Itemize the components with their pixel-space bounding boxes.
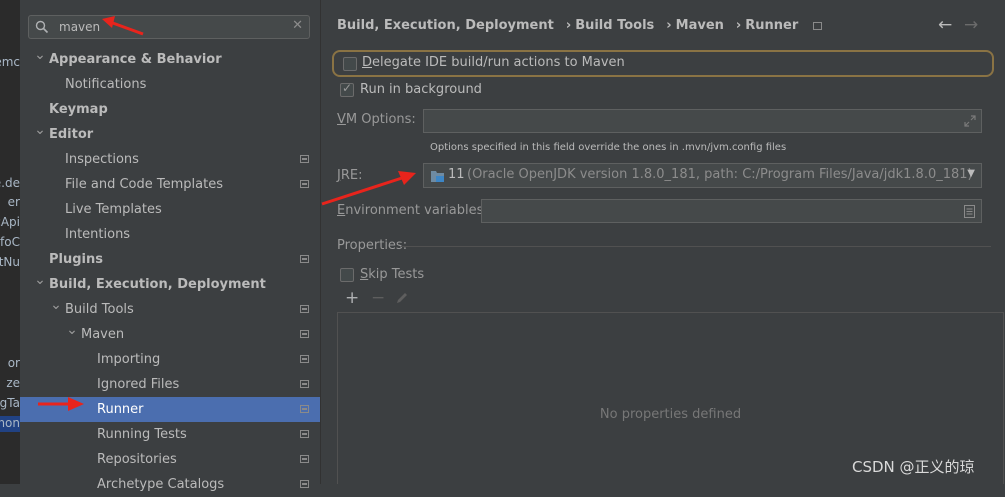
run-in-background-checkbox[interactable]: [340, 81, 354, 97]
back-arrow-icon[interactable]: ←: [938, 15, 952, 35]
tree-item-keymap[interactable]: Keymap: [20, 97, 320, 122]
tree-item-label: Appearance & Behavior: [49, 52, 222, 67]
tree-item-label: Intentions: [65, 227, 131, 242]
tree-item-label: Live Templates: [65, 202, 162, 217]
vm-options-hint: Options specified in this field override…: [430, 142, 787, 153]
project-level-icon: [300, 405, 309, 413]
tree-item-inspections[interactable]: Inspections: [20, 147, 320, 172]
tree-item-notifications[interactable]: Notifications: [20, 72, 320, 97]
project-level-icon: [300, 330, 309, 338]
tree-item-label: Running Tests: [97, 427, 187, 442]
tree-item-appearance-behavior[interactable]: ⌄ Appearance & Behavior: [20, 47, 320, 72]
settings-search-box[interactable]: ✕: [28, 15, 310, 39]
environment-variables-field[interactable]: [481, 199, 982, 223]
tree-item-label: Build, Execution, Deployment: [49, 277, 266, 292]
chevron-down-icon[interactable]: ⌄: [50, 293, 62, 318]
remove-icon[interactable]: −: [371, 288, 385, 308]
search-icon: [35, 20, 49, 34]
tree-item-repositories[interactable]: Repositories: [20, 447, 320, 472]
tree-item-label: Repositories: [97, 452, 177, 467]
annotation-arrow-jre: [321, 171, 416, 206]
tree-item-label: Archetype Catalogs: [97, 477, 225, 492]
project-level-icon: [300, 155, 309, 163]
watermark: CSDN @正义的琼: [852, 458, 975, 476]
jdk-folder-icon: [431, 171, 444, 182]
search-input[interactable]: [59, 18, 279, 36]
tree-item-ignored-files[interactable]: Ignored Files: [20, 372, 320, 397]
project-level-icon: [300, 430, 309, 438]
jre-detail: (Oracle OpenJDK version 1.8.0_181, path:…: [467, 167, 973, 182]
skip-tests-checkbox[interactable]: [340, 268, 354, 282]
project-level-icon: [300, 380, 309, 388]
tree-item-label: File and Code Templates: [65, 177, 223, 192]
editor-code-fragment: mon: [0, 416, 20, 432]
skip-tests-label[interactable]: Skip Tests: [360, 267, 424, 282]
editor-background: emce.deercApifoCatNuorzengTamon: [0, 0, 20, 484]
tree-item-editor[interactable]: ⌄ Editor: [20, 122, 320, 147]
breadcrumb-item: Maven: [675, 18, 724, 33]
breadcrumb-separator: ›: [565, 18, 572, 33]
breadcrumb-item: Runner: [745, 18, 799, 33]
delegate-option-highlight: Delegate IDE build/run actions to Maven: [332, 50, 994, 77]
breadcrumb-item: Build Tools: [575, 18, 655, 33]
document-icon[interactable]: [964, 205, 975, 218]
tree-item-maven[interactable]: ⌄ Maven: [20, 322, 320, 347]
tree-item-label: Runner: [97, 402, 144, 417]
tree-item-live-templates[interactable]: Live Templates: [20, 197, 320, 222]
annotation-arrow-search: [102, 16, 144, 36]
tree-item-file-and-code-templates[interactable]: File and Code Templates: [20, 172, 320, 197]
properties-separator: [401, 246, 991, 247]
vm-options-field[interactable]: [423, 109, 982, 133]
project-level-icon: [300, 455, 309, 463]
project-level-icon: [300, 355, 309, 363]
tree-item-label: Maven: [81, 327, 125, 342]
project-level-icon: [300, 180, 309, 188]
jre-version: 11: [448, 167, 465, 182]
chevron-down-icon[interactable]: ⌄: [34, 43, 46, 68]
add-icon[interactable]: +: [345, 288, 359, 308]
tree-item-label: Ignored Files: [97, 377, 180, 392]
run-in-background-label[interactable]: Run in background: [360, 82, 482, 97]
vm-options-label: VM Options:: [337, 112, 416, 127]
delegate-checkbox[interactable]: [343, 57, 357, 71]
tree-item-label: Notifications: [65, 77, 147, 92]
chevron-down-icon[interactable]: ▼: [967, 168, 975, 179]
project-level-icon: [812, 21, 822, 30]
tree-item-importing[interactable]: Importing: [20, 347, 320, 372]
tree-item-plugins[interactable]: Plugins: [20, 247, 320, 272]
tree-item-label: Editor: [49, 127, 94, 142]
edit-pencil-icon[interactable]: [395, 291, 409, 305]
breadcrumb: Build, Execution, Deployment › Build Tools…: [337, 18, 826, 38]
tree-item-running-tests[interactable]: Running Tests: [20, 422, 320, 447]
project-level-icon: [300, 480, 309, 488]
tree-item-intentions[interactable]: Intentions: [20, 222, 320, 247]
breadcrumb-separator: ›: [666, 18, 672, 33]
forward-arrow-icon[interactable]: →: [964, 15, 978, 35]
breadcrumb-item: Build, Execution, Deployment: [337, 18, 554, 33]
tree-item-build-execution-deployment[interactable]: ⌄ Build, Execution, Deployment: [20, 272, 320, 297]
empty-properties-text: No properties defined: [599, 407, 742, 422]
expand-icon[interactable]: [964, 115, 976, 127]
tree-item-label: Keymap: [49, 102, 108, 117]
tree-item-label: Inspections: [65, 152, 139, 167]
tree-item-archetype-catalogs[interactable]: Archetype Catalogs: [20, 472, 320, 497]
chevron-down-icon[interactable]: ⌄: [34, 268, 46, 293]
tree-item-label: Importing: [97, 352, 161, 367]
breadcrumb-separator: ›: [735, 18, 742, 33]
project-level-icon: [300, 255, 309, 263]
tree-item-label: Plugins: [49, 252, 103, 267]
jre-select[interactable]: 11 (Oracle OpenJDK version 1.8.0_181, pa…: [423, 163, 982, 188]
project-level-icon: [300, 305, 309, 313]
clear-search-icon[interactable]: ✕: [292, 18, 303, 33]
tree-item-build-tools[interactable]: ⌄ Build Tools: [20, 297, 320, 322]
delegate-label[interactable]: Delegate IDE build/run actions to Maven: [362, 55, 625, 70]
annotation-arrow-runner: [38, 397, 84, 411]
chevron-down-icon[interactable]: ⌄: [34, 118, 46, 143]
chevron-down-icon[interactable]: ⌄: [66, 318, 78, 343]
properties-label: Properties:: [337, 238, 408, 253]
settings-content: Build, Execution, Deployment › Build Tools…: [321, 0, 1005, 484]
